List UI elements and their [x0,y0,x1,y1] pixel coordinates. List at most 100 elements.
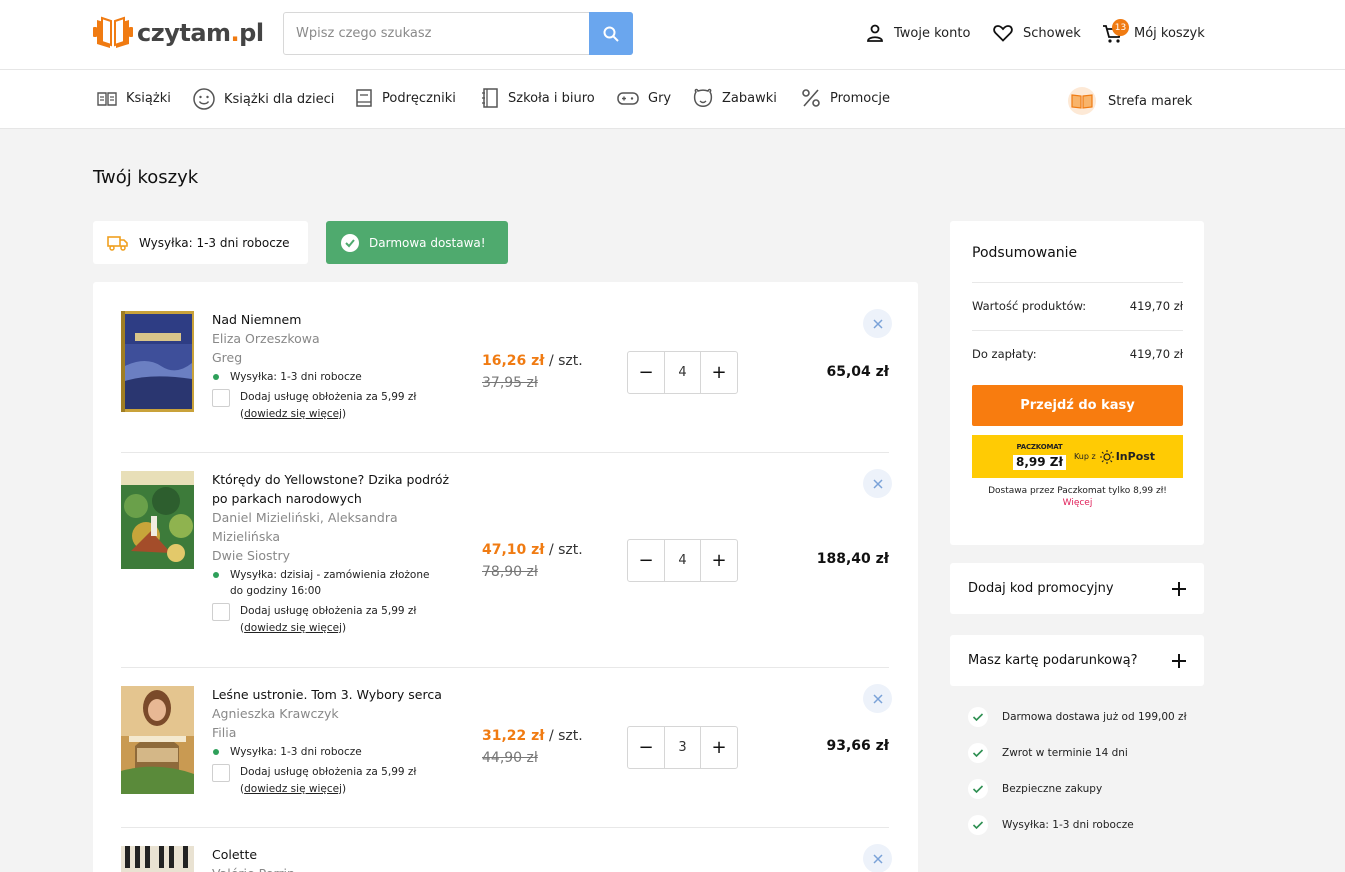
perk-item: Darmowa dostawa już od 199,00 zł [968,707,1187,727]
paczkomat-more-link[interactable]: Więcej [1063,498,1093,508]
free-delivery-badge: Darmowa dostawa! [326,221,508,264]
current-price: 47,10 zł [482,542,545,558]
item-publisher[interactable]: Dwie Siostry [212,546,457,565]
logo[interactable]: czytam.pl [93,15,264,50]
current-price: 16,26 zł [482,353,545,369]
nav-item-textbooks[interactable]: Podręczniki [354,87,456,109]
quantity-value[interactable]: 3 [664,727,701,768]
header: czytam.pl Twoje konto Schowek [0,0,1345,70]
decrease-quantity-button[interactable]: − [628,352,664,393]
item-info: Leśne ustronie. Tom 3. Wybory serca Agni… [212,685,452,798]
brand-zone-link[interactable]: Strefa marek [1068,87,1192,115]
item-title[interactable]: Którędy do Yellowstone? Dzika podróż po … [212,470,457,508]
inpost-text: InPost [1115,450,1156,463]
nav-label: Szkoła i biuro [508,90,595,106]
nav-item-books[interactable]: Książki [96,87,171,109]
notebook-icon [482,88,498,108]
paczkomat-banner[interactable]: PACZKOMAT 8,99 Zł Kup z InPost [972,435,1183,478]
nav-item-games[interactable]: Gry [616,87,671,109]
learn-more-link[interactable]: dowiedz się więcej [244,783,342,795]
learn-more-link[interactable]: dowiedz się więcej [244,622,342,634]
item-divider [121,667,889,668]
cover-service-option: Dodaj usługę obłożenia za 5,99 zł (dowied… [212,764,452,798]
remove-item-button[interactable] [863,844,892,872]
search-button[interactable] [589,12,633,55]
shipping-badge-text: Wysyłka: 1-3 dni robocze [139,235,290,250]
check-icon [968,707,988,727]
item-availability: Wysyłka: 1-3 dni robocze [212,369,452,385]
gamepad-icon [617,92,639,105]
item-title[interactable]: Colette [212,845,452,864]
promo-code-label: Dodaj kod promocyjny [968,581,1114,596]
nav-label: Książki [126,90,171,106]
promo-code-toggle[interactable]: Dodaj kod promocyjny [950,563,1204,614]
quantity-value[interactable]: 4 [664,540,701,581]
nav-label: Podręczniki [382,90,456,106]
teddy-bear-icon [693,88,713,107]
decrease-quantity-button[interactable]: − [628,727,664,768]
nav-item-toys[interactable]: Zabawki [692,87,777,109]
item-price: 47,10 zł / szt. 78,90 zł [482,539,583,583]
open-book-icon [1071,94,1093,109]
cover-service-text: Dodaj usługę obłożenia za 5,99 zł (dowied… [240,391,417,420]
remove-item-button[interactable] [863,684,892,713]
item-author[interactable]: Valérie Perrin [212,864,452,872]
cart-count-badge: 13 [1112,19,1129,36]
item-availability: Wysyłka: dzisiaj - zamówienia złożone do… [212,567,437,599]
heart-icon [993,25,1013,42]
check-icon [968,779,988,799]
item-title[interactable]: Nad Niemnem [212,310,452,329]
decrease-quantity-button[interactable]: − [628,540,664,581]
old-price: 44,90 zł [482,750,538,766]
check-icon [968,743,988,763]
item-publisher[interactable]: Filia [212,723,452,742]
wishlist-link[interactable]: Schowek [993,24,1081,42]
item-author[interactable]: Daniel Mizieliński, Aleksandra Mizielińs… [212,508,457,546]
item-info: Colette Valérie Perrin [212,845,452,872]
cart-link[interactable]: 13 Mój koszyk [1102,19,1205,43]
nav-item-promotions[interactable]: Promocje [800,87,890,109]
cover-service-text: Dodaj usługę obłożenia za 5,99 zł (dowied… [240,605,417,634]
learn-more-link[interactable]: dowiedz się więcej [244,408,342,420]
checkout-button[interactable]: Przejdź do kasy [972,385,1183,426]
increase-quantity-button[interactable]: + [701,352,737,393]
cover-service-checkbox[interactable] [212,603,230,621]
summary-divider [972,282,1183,283]
quantity-stepper: − 4 + [627,351,738,394]
remove-item-button[interactable] [863,469,892,498]
quantity-stepper: − 3 + [627,726,738,769]
gift-card-toggle[interactable]: Masz kartę podarunkową? [950,635,1204,686]
increase-quantity-button[interactable]: + [701,540,737,581]
item-author[interactable]: Eliza Orzeszkowa [212,329,452,348]
close-icon [872,318,883,329]
account-link[interactable]: Twoje konto [866,24,970,42]
cart-label: Mój koszyk [1134,25,1205,41]
cover-service-checkbox[interactable] [212,389,230,407]
item-author[interactable]: Agnieszka Krawczyk [212,704,452,723]
check-icon [968,815,988,835]
book-cover-image [121,846,194,872]
gift-card-label: Masz kartę podarunkową? [968,653,1138,668]
cover-service-option: Dodaj usługę obłożenia za 5,99 zł (dowied… [212,389,452,423]
item-price: 16,26 zł / szt. 37,95 zł [482,350,583,394]
plus-icon [1172,653,1186,668]
old-price: 37,95 zł [482,375,538,391]
remove-item-button[interactable] [863,309,892,338]
perk-text: Wysyłka: 1-3 dni robocze [1002,819,1134,831]
products-value-label: Wartość produktów: [972,299,1087,313]
nav-label: Promocje [830,90,890,106]
item-divider [121,827,889,828]
book-cover-image [121,471,194,569]
item-publisher[interactable]: Greg [212,348,452,367]
brand-zone-icon-wrap [1068,87,1096,115]
item-title[interactable]: Leśne ustronie. Tom 3. Wybory serca [212,685,452,704]
products-value-row: Wartość produktów: 419,70 zł [972,299,1183,313]
nav-item-kids-books[interactable]: Książki dla dzieci [192,87,334,111]
nav-item-school-office[interactable]: Szkoła i biuro [480,87,595,109]
paczkomat-label: PACZKOMAT [1016,443,1063,451]
cover-service-checkbox[interactable] [212,764,230,782]
search-input[interactable] [284,13,589,54]
quantity-value[interactable]: 4 [664,352,701,393]
cart-item: Colette Valérie Perrin [121,844,892,872]
increase-quantity-button[interactable]: + [701,727,737,768]
